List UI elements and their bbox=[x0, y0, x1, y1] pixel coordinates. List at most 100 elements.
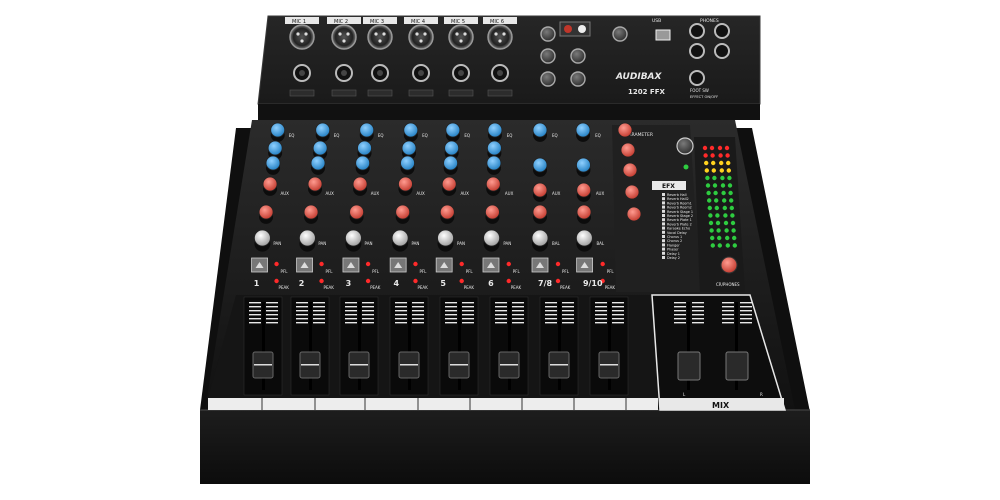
blue-knob[interactable] bbox=[310, 155, 326, 171]
rear-knob[interactable] bbox=[540, 71, 556, 87]
output-jack[interactable] bbox=[689, 70, 705, 86]
white-knob[interactable] bbox=[437, 229, 454, 247]
red-knob[interactable] bbox=[576, 182, 592, 198]
blue-knob[interactable] bbox=[315, 122, 331, 138]
blue-knob[interactable] bbox=[355, 155, 371, 171]
blue-knob[interactable] bbox=[357, 140, 372, 156]
red-knob[interactable] bbox=[441, 176, 457, 192]
white-knob[interactable] bbox=[575, 229, 593, 247]
blue-knob[interactable] bbox=[403, 122, 419, 138]
meter-led bbox=[719, 160, 724, 166]
peak-label: PEAK bbox=[511, 285, 522, 290]
efx-preset-marker bbox=[662, 201, 665, 205]
output-jack[interactable] bbox=[689, 23, 705, 39]
red-knob[interactable] bbox=[485, 176, 501, 192]
phones-level-knob[interactable] bbox=[720, 256, 738, 274]
blue-knob[interactable] bbox=[575, 122, 591, 138]
aux-label: AUX bbox=[280, 191, 289, 196]
fx-send-knob[interactable] bbox=[620, 142, 636, 158]
xlr-input-icon[interactable] bbox=[331, 24, 357, 50]
insert-jack[interactable] bbox=[367, 89, 393, 97]
rear-knob[interactable] bbox=[540, 48, 556, 64]
efx-parameter-knob[interactable] bbox=[676, 137, 694, 155]
blue-knob[interactable] bbox=[270, 122, 286, 138]
insert-jack[interactable] bbox=[408, 89, 434, 97]
meter-led bbox=[717, 235, 722, 241]
rear-knob[interactable] bbox=[540, 26, 556, 42]
blue-knob[interactable] bbox=[400, 155, 415, 171]
blue-knob[interactable] bbox=[265, 155, 281, 171]
channel-number: 4 bbox=[393, 279, 399, 288]
fx-send-knob[interactable] bbox=[626, 206, 642, 222]
meter-led bbox=[710, 243, 715, 248]
output-jack[interactable] bbox=[714, 23, 730, 39]
blue-knob[interactable] bbox=[486, 140, 502, 156]
white-knob[interactable] bbox=[483, 229, 501, 247]
meter-led bbox=[725, 153, 730, 158]
pfl-label: PFL bbox=[607, 269, 615, 274]
red-knob[interactable] bbox=[576, 204, 592, 220]
meter-led bbox=[705, 175, 710, 181]
blue-knob[interactable] bbox=[532, 122, 548, 138]
blue-knob[interactable] bbox=[486, 155, 502, 171]
blue-knob[interactable] bbox=[532, 157, 548, 173]
white-knob[interactable] bbox=[391, 229, 409, 247]
blue-knob[interactable] bbox=[443, 155, 459, 171]
rear-knob[interactable] bbox=[612, 26, 628, 42]
insert-jack[interactable] bbox=[289, 89, 315, 97]
blue-knob[interactable] bbox=[312, 140, 328, 156]
white-knob[interactable] bbox=[345, 229, 362, 247]
red-knob[interactable] bbox=[303, 204, 319, 220]
pfl-led bbox=[555, 261, 561, 267]
pan-label: BAL bbox=[596, 241, 604, 246]
usb-port-icon[interactable] bbox=[655, 29, 671, 41]
output-jack[interactable] bbox=[689, 43, 705, 59]
red-knob[interactable] bbox=[485, 204, 500, 220]
xlr-input-icon[interactable] bbox=[367, 24, 393, 50]
insert-jack[interactable] bbox=[331, 89, 357, 97]
eq-label: EQ bbox=[422, 133, 428, 138]
xlr-input-icon[interactable] bbox=[448, 24, 474, 50]
blue-knob[interactable] bbox=[267, 140, 283, 156]
meter-led bbox=[712, 175, 717, 181]
output-jack[interactable] bbox=[714, 43, 730, 59]
fx-send-knob[interactable] bbox=[617, 122, 633, 138]
meter-led bbox=[708, 213, 713, 218]
xlr-input-icon[interactable] bbox=[408, 24, 434, 50]
master-fader-cap[interactable] bbox=[725, 351, 749, 381]
fx-send-knob[interactable] bbox=[624, 184, 640, 200]
pan-label: PAN bbox=[365, 241, 373, 246]
blue-knob[interactable] bbox=[401, 140, 417, 156]
blue-knob[interactable] bbox=[445, 122, 461, 138]
blue-knob[interactable] bbox=[487, 122, 503, 138]
insert-jack[interactable] bbox=[487, 89, 513, 97]
meter-led bbox=[723, 220, 729, 226]
pfl-led bbox=[319, 261, 324, 267]
red-knob[interactable] bbox=[307, 176, 323, 192]
fx-send-knob[interactable] bbox=[622, 162, 638, 178]
red-knob[interactable] bbox=[352, 176, 368, 192]
white-knob[interactable] bbox=[531, 229, 549, 247]
red-knob[interactable] bbox=[398, 176, 413, 192]
red-knob[interactable] bbox=[439, 204, 455, 220]
rear-knob[interactable] bbox=[570, 71, 586, 87]
blue-knob[interactable] bbox=[576, 157, 591, 173]
insert-jack[interactable] bbox=[448, 89, 474, 97]
white-knob[interactable] bbox=[253, 229, 271, 247]
master-fader-cap[interactable] bbox=[677, 351, 701, 381]
pfl-label: PFL bbox=[281, 269, 289, 274]
effect-onoff-label: EFFECT ON/OFF bbox=[690, 95, 718, 99]
rear-knob[interactable] bbox=[570, 48, 586, 64]
xlr-input-icon[interactable] bbox=[487, 24, 513, 50]
red-knob[interactable] bbox=[262, 176, 278, 192]
red-knob[interactable] bbox=[532, 204, 548, 220]
xlr-input-icon[interactable] bbox=[289, 24, 315, 50]
white-knob[interactable] bbox=[298, 229, 316, 247]
blue-knob[interactable] bbox=[359, 122, 375, 138]
red-knob[interactable] bbox=[258, 204, 274, 220]
red-knob[interactable] bbox=[532, 182, 548, 198]
meter-led bbox=[725, 243, 730, 248]
red-knob[interactable] bbox=[395, 204, 411, 220]
blue-knob[interactable] bbox=[444, 140, 460, 156]
red-knob[interactable] bbox=[349, 204, 365, 220]
